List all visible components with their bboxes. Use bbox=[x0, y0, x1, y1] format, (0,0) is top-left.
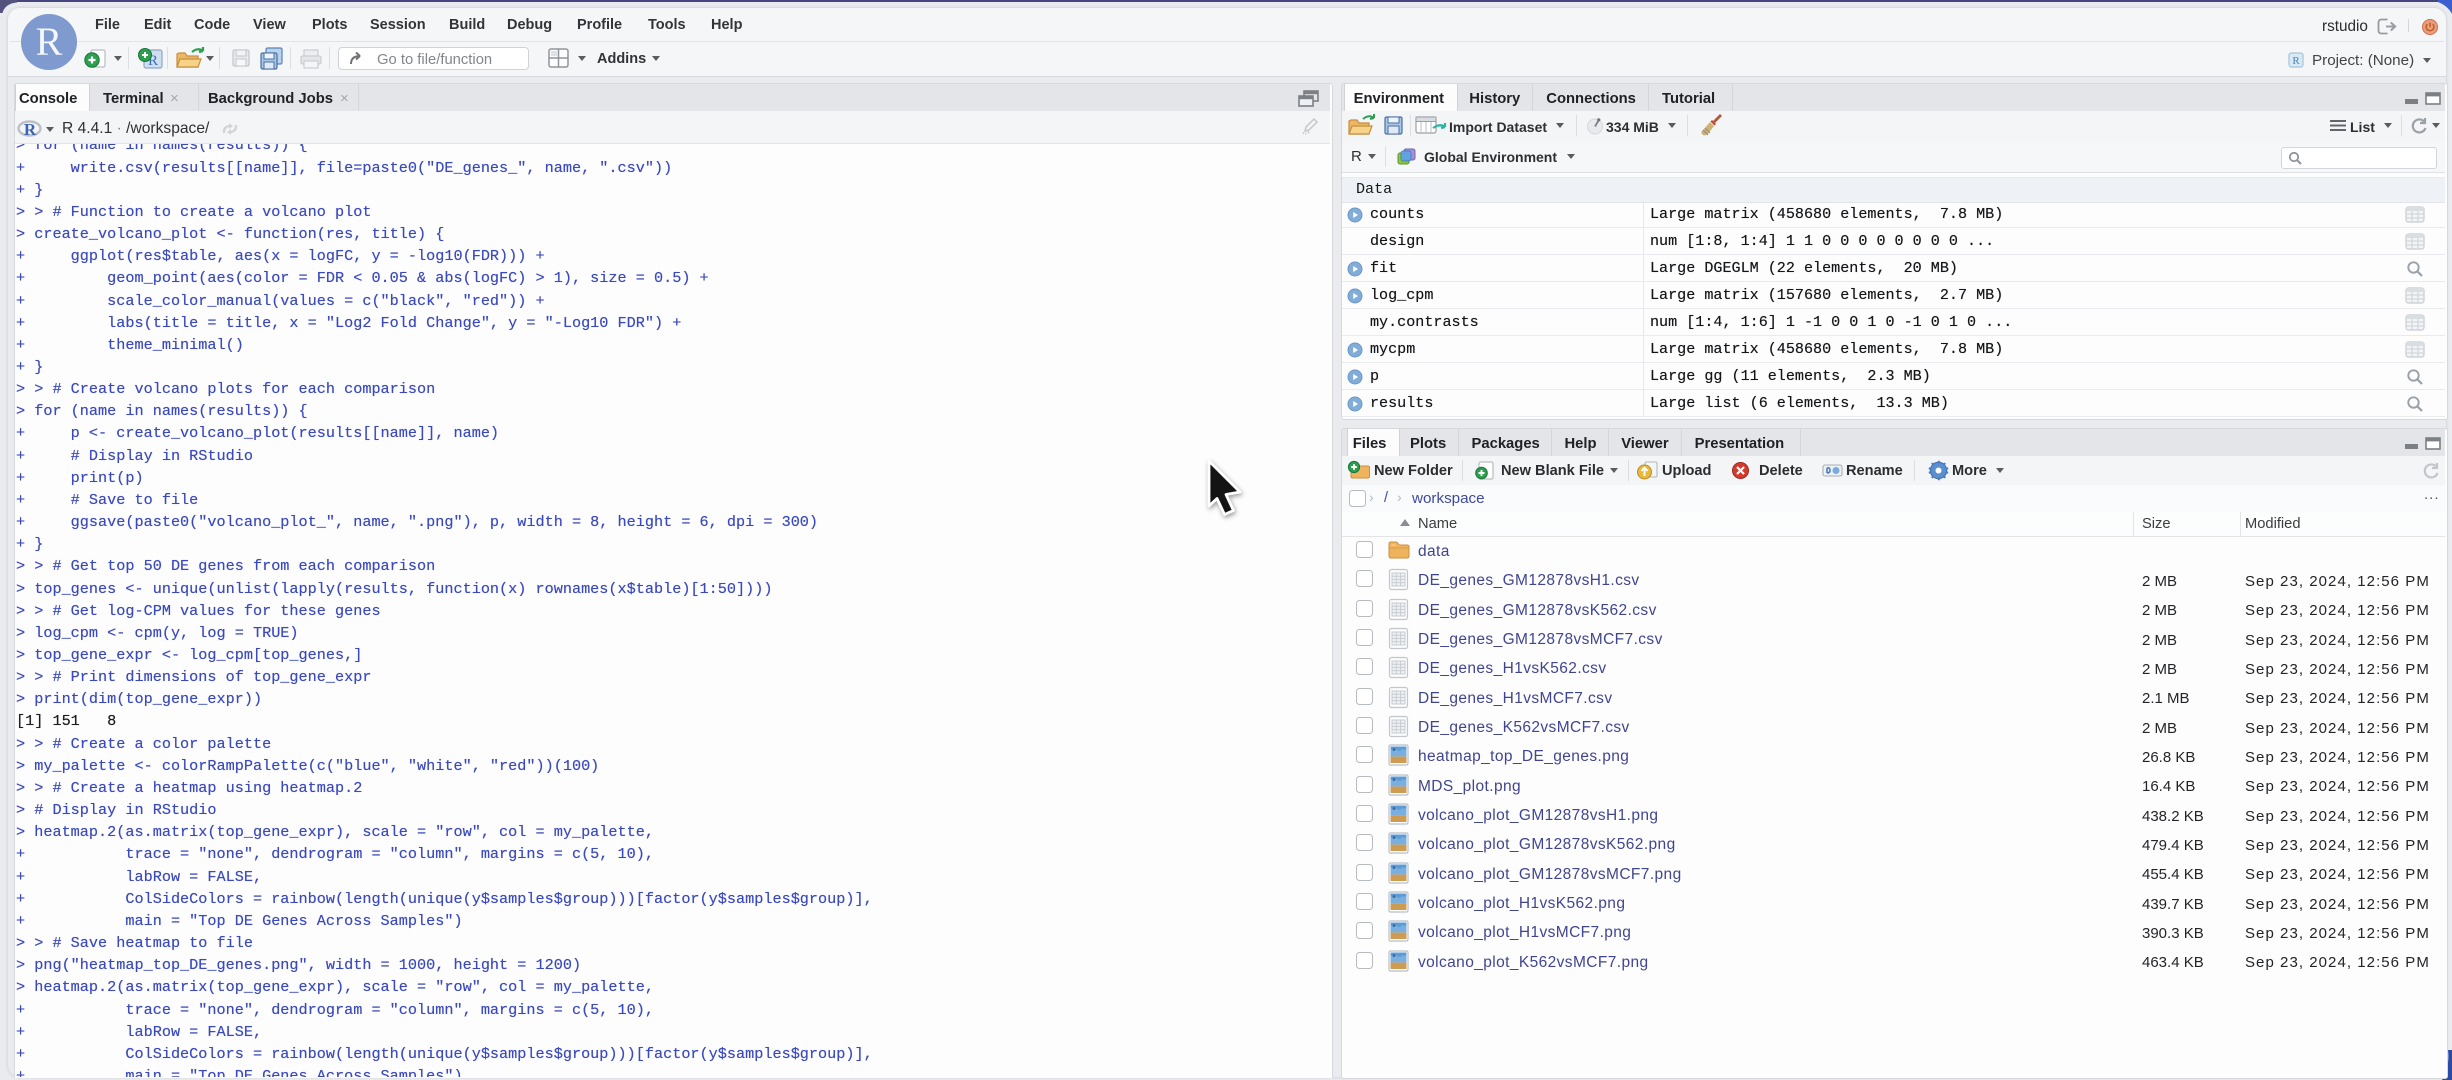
svg-text:R: R bbox=[2292, 55, 2300, 67]
svg-text:R: R bbox=[24, 120, 37, 138]
